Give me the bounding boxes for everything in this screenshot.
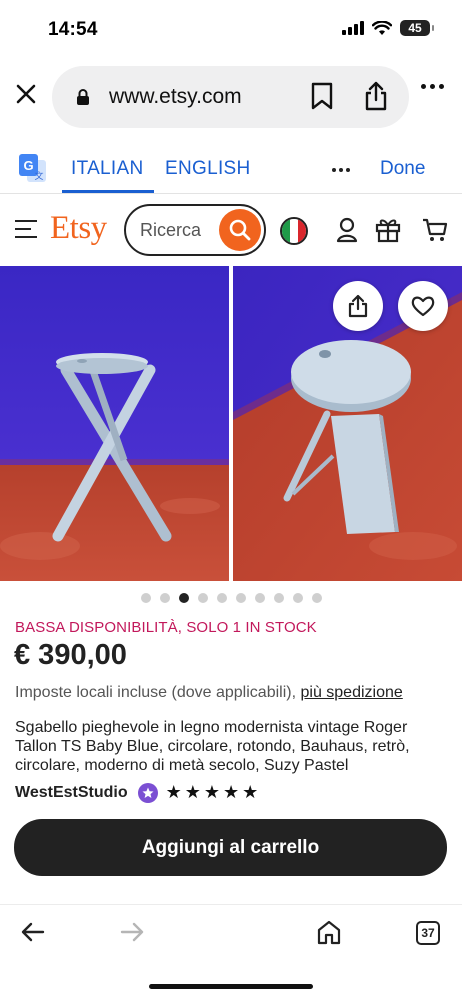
- status-icons: 45: [342, 20, 434, 36]
- carousel-dot-active[interactable]: [179, 593, 189, 603]
- carousel-dot[interactable]: [312, 593, 322, 603]
- cellular-signal-icon: [342, 21, 364, 35]
- url-text: www.etsy.com: [109, 85, 242, 108]
- done-button[interactable]: Done: [380, 158, 425, 180]
- close-icon: [16, 84, 36, 104]
- wifi-icon: [372, 20, 392, 35]
- search-input[interactable]: Ricerca: [140, 220, 201, 241]
- forward-arrow-icon[interactable]: [120, 921, 144, 943]
- favorite-button[interactable]: [398, 281, 448, 331]
- share-photo-button[interactable]: [333, 281, 383, 331]
- tab-italian[interactable]: ITALIAN: [71, 158, 144, 180]
- star-icon: ★: [223, 782, 240, 802]
- share-icon: [348, 294, 368, 318]
- product-title: Sgabello pieghevole in legno modernista …: [15, 719, 410, 774]
- home-indicator: [149, 984, 313, 989]
- active-tab-indicator: [62, 190, 154, 193]
- product-price: € 390,00: [14, 639, 127, 671]
- google-translate-icon: G 文: [19, 154, 46, 182]
- user-icon[interactable]: [336, 217, 358, 243]
- star-icon: ★: [184, 782, 201, 802]
- svg-text:文: 文: [34, 170, 43, 181]
- carousel-dot[interactable]: [217, 593, 227, 603]
- carousel-dot[interactable]: [236, 593, 246, 603]
- translate-bar: G 文 ITALIAN ENGLISH Done: [0, 146, 462, 194]
- tabs-button[interactable]: 37: [416, 921, 440, 945]
- carousel-dot[interactable]: [198, 593, 208, 603]
- search-box[interactable]: Ricerca: [124, 204, 266, 256]
- address-bar[interactable]: www.etsy.com: [52, 66, 409, 128]
- star-icon: ★: [242, 782, 259, 802]
- shipping-link[interactable]: più spedizione: [300, 684, 402, 701]
- etsy-header: Etsy Ricerca: [0, 200, 462, 262]
- search-button[interactable]: [219, 209, 261, 251]
- tax-info: Imposte locali incluse (dove applicabili…: [15, 684, 403, 702]
- browser-toolbar: www.etsy.com: [0, 62, 462, 132]
- lock-icon: [77, 89, 89, 105]
- status-time: 14:54: [48, 19, 98, 40]
- more-icon[interactable]: [421, 84, 444, 89]
- carousel-dot[interactable]: [293, 593, 303, 603]
- heart-icon: [411, 296, 435, 317]
- italy-flag-icon[interactable]: [280, 217, 308, 245]
- status-bar: 14:54 45: [0, 0, 462, 60]
- close-button[interactable]: [12, 80, 40, 108]
- browser-bottom-nav: 37: [0, 904, 462, 999]
- carousel-dot[interactable]: [274, 593, 284, 603]
- shop-info[interactable]: WestEstStudio ★ ★ ★ ★ ★: [15, 782, 258, 803]
- carousel-dot[interactable]: [255, 593, 265, 603]
- battery-level: 45: [408, 21, 422, 35]
- home-icon[interactable]: [316, 919, 342, 945]
- star-icon: ★: [165, 782, 182, 802]
- search-icon: [229, 219, 251, 241]
- tab-english[interactable]: ENGLISH: [165, 158, 251, 180]
- share-icon[interactable]: [364, 81, 388, 111]
- back-arrow-icon[interactable]: [21, 921, 45, 943]
- star-seller-badge-icon: [137, 782, 158, 803]
- carousel-dots[interactable]: [141, 593, 322, 603]
- tax-text: Imposte locali incluse (dove applicabili…: [15, 684, 297, 701]
- cart-icon[interactable]: [422, 217, 448, 243]
- stock-notice: BASSA DISPONIBILITÀ, SOLO 1 IN STOCK: [15, 619, 317, 636]
- battery-icon: 45: [400, 20, 434, 36]
- carousel-dot[interactable]: [160, 593, 170, 603]
- menu-icon[interactable]: [15, 220, 37, 244]
- svg-text:G: G: [23, 158, 33, 173]
- carousel-dot[interactable]: [141, 593, 151, 603]
- translate-more-icon[interactable]: [332, 168, 350, 172]
- etsy-logo[interactable]: Etsy: [50, 210, 107, 247]
- product-image-carousel[interactable]: [0, 266, 462, 581]
- add-to-cart-button[interactable]: Aggiungi al carrello: [14, 819, 447, 876]
- bookmark-icon[interactable]: [311, 82, 333, 110]
- shop-name[interactable]: WestEstStudio: [15, 784, 128, 802]
- rating-stars: ★ ★ ★ ★ ★: [166, 782, 259, 803]
- product-photo-1[interactable]: [0, 266, 229, 581]
- gift-icon[interactable]: [375, 216, 401, 243]
- star-icon: ★: [203, 782, 221, 802]
